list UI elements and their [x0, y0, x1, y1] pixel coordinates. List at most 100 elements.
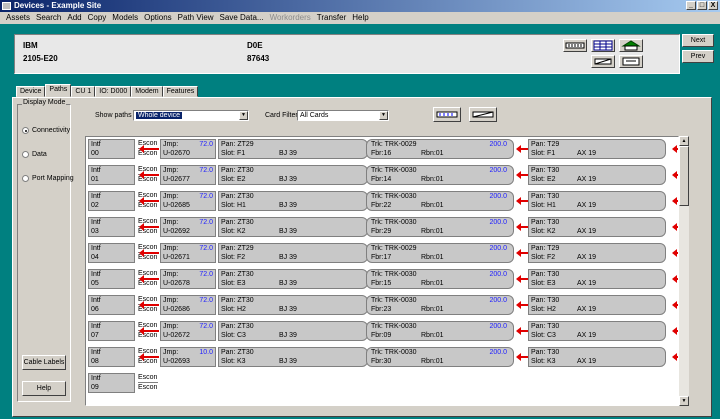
path-row[interactable]: Intf00EsconEscon (Jmp:U-0267072.0Pan: ZT… [88, 139, 678, 161]
panel-cell[interactable]: Pan: T30 Slot: K3 AX 19 [528, 347, 666, 367]
jumper-length: 72.0 [199, 167, 213, 174]
menu-transfer[interactable]: Transfer [314, 12, 350, 24]
network-icon[interactable] [619, 39, 643, 52]
tab-io[interactable]: IO: D000 [95, 86, 132, 97]
export-path-icon[interactable] [469, 107, 497, 122]
menu-models[interactable]: Models [109, 12, 141, 24]
show-paths-select[interactable]: Whole device ▼ [133, 110, 249, 121]
prev-button[interactable]: Prev [682, 50, 714, 63]
patch-panel-icon[interactable] [563, 39, 587, 52]
jumper-cell[interactable]: Jmp: U-02672 72.0 [160, 321, 216, 341]
interface-cell[interactable]: Intf 06 [88, 295, 135, 315]
path-row[interactable]: Intf02EsconEscon (Jmp:U-0268572.0Pan: ZT… [88, 191, 678, 213]
jumper-cell[interactable]: Jmp: U-02670 72.0 [160, 139, 216, 159]
jumper-cell[interactable]: Jmp: U-02671 72.0 [160, 243, 216, 263]
panel-cell[interactable]: Pan: T29 Slot: F1 AX 19 [528, 139, 666, 159]
panel-id: Pan: ZT30 [221, 297, 254, 304]
trunk-cell[interactable]: Trk: TRK-0030 Fbr:23 Rbn:01 200.0 [366, 295, 514, 315]
interface-cell[interactable]: Intf 01 [88, 165, 135, 185]
panel-cell[interactable]: Pan: ZT29 Slot: F2 BJ 39 [218, 243, 368, 263]
path-row[interactable]: Intf07EsconEscon (Jmp:U-0267272.0Pan: ZT… [88, 321, 678, 343]
panel-cell[interactable]: Pan: T30 Slot: H2 AX 19 [528, 295, 666, 315]
vertical-scrollbar[interactable]: ▲ ▼ [679, 136, 689, 406]
tab-features[interactable]: Features [162, 86, 199, 97]
chevron-down-icon[interactable]: ▼ [379, 111, 388, 120]
menu-path-view[interactable]: Path View [175, 12, 217, 24]
path-row[interactable]: Intf05EsconEscon (Jmp:U-0267872.0Pan: ZT… [88, 269, 678, 291]
panel-cell[interactable]: Pan: T30 Slot: E2 AX 19 [528, 165, 666, 185]
close-button[interactable]: X [708, 1, 718, 10]
trunk-cell[interactable]: Trk: TRK-0030 Fbr:29 Rbn:01 200.0 [366, 217, 514, 237]
scroll-down-icon[interactable]: ▼ [679, 396, 689, 406]
interface-cell[interactable]: Intf 07 [88, 321, 135, 341]
jumper-cell[interactable]: Jmp: U-02685 72.0 [160, 191, 216, 211]
panel-cell[interactable]: Pan: ZT30 Slot: H1 BJ 39 [218, 191, 368, 211]
trunk-cell[interactable]: Trk: TRK-0030 Fbr:09 Rbn:01 200.0 [366, 321, 514, 341]
path-row[interactable]: Intf06EsconEscon (Jmp:U-0268672.0Pan: ZT… [88, 295, 678, 317]
trunk-cell[interactable]: Trk: TRK-0029 Fbr:16 Rbn:01 200.0 [366, 139, 514, 159]
menu-options[interactable]: Options [141, 12, 175, 24]
interface-cell[interactable]: Intf 03 [88, 217, 135, 237]
trunk-cell[interactable]: Trk: TRK-0030 Fbr:30 Rbn:01 200.0 [366, 347, 514, 367]
trunk-cell[interactable]: Trk: TRK-0030 Fbr:14 Rbn:01 200.0 [366, 165, 514, 185]
minimize-button[interactable]: _ [686, 1, 696, 10]
interface-cell[interactable]: Intf 00 [88, 139, 135, 159]
trunk-cell[interactable]: Trk: TRK-0030 Fbr:15 Rbn:01 200.0 [366, 269, 514, 289]
panel-cell[interactable]: Pan: T30 Slot: E3 AX 19 [528, 269, 666, 289]
menu-assets[interactable]: Assets [3, 12, 33, 24]
path-row[interactable]: Intf03EsconEscon (Jmp:U-0269272.0Pan: ZT… [88, 217, 678, 239]
next-button[interactable]: Next [682, 34, 714, 47]
help-button[interactable]: Help [22, 381, 66, 396]
trunk-cell[interactable]: Trk: TRK-0029 Fbr:17 Rbn:01 200.0 [366, 243, 514, 263]
menu-search[interactable]: Search [33, 12, 64, 24]
panel-cell[interactable]: Pan: T30 Slot: K2 AX 19 [528, 217, 666, 237]
panel-cell[interactable]: Pan: ZT30 Slot: H2 BJ 39 [218, 295, 368, 315]
interface-cell[interactable]: Intf 04 [88, 243, 135, 263]
trunk-cell[interactable]: Trk: TRK-0030 Fbr:22 Rbn:01 200.0 [366, 191, 514, 211]
interface-cell[interactable]: Intf 08 [88, 347, 135, 367]
panel-cell[interactable]: Pan: ZT30 Slot: K2 BJ 39 [218, 217, 368, 237]
path-row[interactable]: Intf04EsconEscon (Jmp:U-0267172.0Pan: ZT… [88, 243, 678, 265]
tab-cu-1[interactable]: CU 1 [71, 86, 96, 97]
path-icon[interactable] [619, 55, 643, 68]
menu-save-data[interactable]: Save Data... [217, 12, 267, 24]
tab-modem[interactable]: Modem [131, 86, 163, 97]
panel-cell[interactable]: Pan: ZT29 Slot: F1 BJ 39 [218, 139, 368, 159]
path-row[interactable]: Intf01EsconEscon (Jmp:U-0267772.0Pan: ZT… [88, 165, 678, 187]
maximize-button[interactable]: □ [697, 1, 707, 10]
panel-cell[interactable]: Pan: T29 Slot: F2 AX 19 [528, 243, 666, 263]
card-filter-select[interactable]: All Cards ▼ [297, 110, 389, 121]
panel-cell[interactable]: Pan: ZT30 Slot: E3 BJ 39 [218, 269, 368, 289]
radio-port-mapping[interactable]: Port Mapping [22, 175, 74, 182]
jumper-cell[interactable]: Jmp: U-02686 72.0 [160, 295, 216, 315]
interface-cell[interactable]: Intf 09 [88, 373, 135, 393]
interface-cell[interactable]: Intf 02 [88, 191, 135, 211]
radio-data[interactable]: Data [22, 151, 47, 158]
radio-connectivity[interactable]: Connectivity [22, 127, 70, 134]
grid-icon[interactable] [591, 39, 615, 52]
scroll-thumb[interactable] [679, 146, 689, 206]
path-row[interactable]: Intf 09 EsconEscon ( [88, 373, 678, 395]
jumper-cell[interactable]: Jmp: U-02693 10.0 [160, 347, 216, 367]
menu-help[interactable]: Help [349, 12, 371, 24]
tab-device[interactable]: Device [16, 86, 46, 97]
print-path-icon[interactable] [433, 107, 461, 122]
menu-copy[interactable]: Copy [85, 12, 110, 24]
cable-labels-button[interactable]: Cable Labels [22, 355, 66, 370]
panel-cell[interactable]: Pan: ZT30 Slot: C3 BJ 39 [218, 321, 368, 341]
panel-cell[interactable]: Pan: T30 Slot: H1 AX 19 [528, 191, 666, 211]
cable-icon[interactable] [591, 55, 615, 68]
tab-paths[interactable]: Paths [45, 84, 72, 97]
panel-cell[interactable]: Pan: T30 Slot: C3 AX 19 [528, 321, 666, 341]
scroll-up-icon[interactable]: ▲ [679, 136, 689, 146]
jumper-cell[interactable]: Jmp: U-02677 72.0 [160, 165, 216, 185]
jumper-cell[interactable]: Jmp: U-02692 72.0 [160, 217, 216, 237]
jumper-cell[interactable]: Jmp: U-02678 72.0 [160, 269, 216, 289]
chevron-down-icon[interactable]: ▼ [239, 111, 248, 120]
interface-cell[interactable]: Intf 05 [88, 269, 135, 289]
panel-slot: Slot: K3 [531, 358, 556, 365]
panel-cell[interactable]: Pan: ZT30 Slot: E2 BJ 39 [218, 165, 368, 185]
path-row[interactable]: Intf08EsconEscon (Jmp:U-0269310.0Pan: ZT… [88, 347, 678, 369]
menu-add[interactable]: Add [64, 12, 84, 24]
panel-cell[interactable]: Pan: ZT30 Slot: K3 BJ 39 [218, 347, 368, 367]
